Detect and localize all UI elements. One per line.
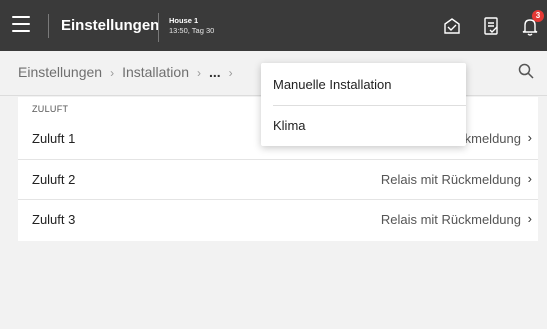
menu-item-klima[interactable]: Klima	[261, 106, 466, 146]
breadcrumb-separator: ›	[197, 66, 201, 80]
notification-badge: 3	[532, 10, 544, 22]
row-value: Relais mit Rückmeldung	[380, 212, 521, 227]
row-value: Relais mit Rückmeldung	[380, 172, 521, 187]
menu-item-label: Klima	[273, 118, 306, 133]
house-icon[interactable]	[441, 15, 463, 37]
chevron-right-icon: ›	[527, 171, 532, 186]
chevron-right-icon: ›	[527, 211, 532, 226]
house-name: House 1	[169, 16, 199, 25]
list-item-zuluft-2[interactable]: Zuluft 2 Relais mit Rückmeldung ›	[18, 159, 538, 200]
menu-item-manuelle-installation[interactable]: Manuelle Installation	[261, 65, 466, 105]
chevron-right-icon: ›	[527, 130, 532, 145]
bell-icon[interactable]: 3	[519, 10, 544, 37]
top-bar: Einstellungen House 1 13:50, Tag 30 3	[0, 0, 547, 51]
breadcrumb-separator: ›	[228, 66, 233, 80]
breadcrumb-installation[interactable]: Installation	[122, 64, 189, 80]
menu-icon[interactable]	[12, 16, 30, 34]
list-item-zuluft-3[interactable]: Zuluft 3 Relais mit Rückmeldung ›	[18, 199, 538, 240]
breadcrumb: Einstellungen › Installation ›... ›	[18, 64, 241, 80]
house-time: 13:50, Tag 30	[169, 26, 215, 35]
row-name: Zuluft 1	[32, 131, 76, 146]
breadcrumb-separator: ›	[110, 66, 115, 80]
row-name: Zuluft 3	[32, 212, 76, 227]
search-icon[interactable]	[517, 62, 535, 80]
breadcrumb-dropdown-menu: Manuelle Installation Klima	[261, 63, 466, 146]
breadcrumb-einstellungen[interactable]: Einstellungen	[18, 64, 102, 80]
section-label: ZULUFT	[32, 104, 69, 114]
menu-item-label: Manuelle Installation	[273, 77, 392, 92]
checklist-icon[interactable]	[480, 15, 502, 37]
page-title: Einstellungen	[48, 14, 159, 38]
breadcrumb-more[interactable]: ...	[209, 64, 221, 80]
house-info[interactable]: House 1 13:50, Tag 30	[158, 13, 214, 42]
row-name: Zuluft 2	[32, 172, 76, 187]
